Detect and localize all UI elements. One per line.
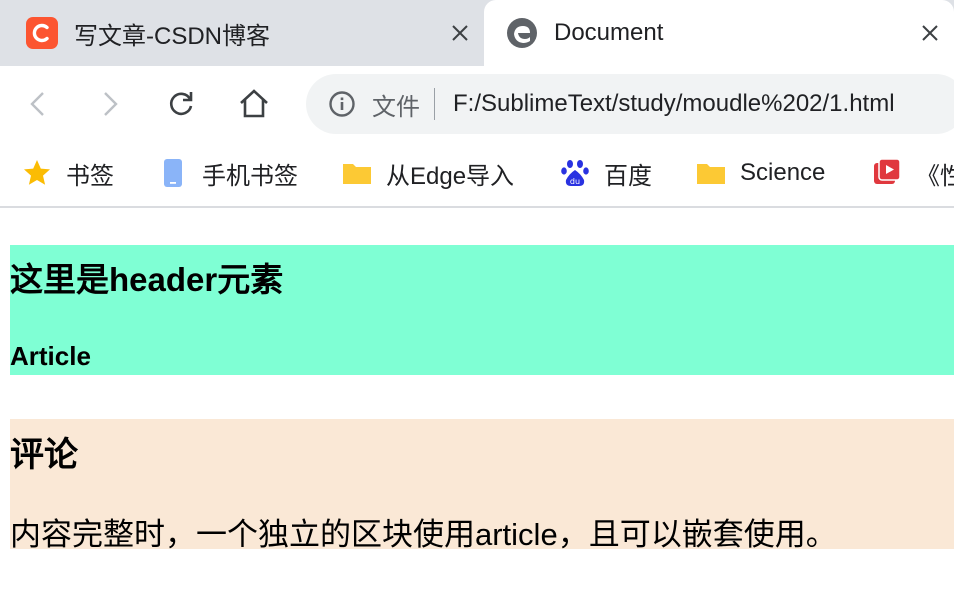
comment-title: 评论 <box>10 436 78 474</box>
tab-title: Document <box>554 19 664 46</box>
header-title: 这里是header元素 <box>10 261 284 298</box>
comment-section: 评论 内容完整时，一个独立的区块使用article，且可以嵌套使用。 <box>10 419 954 552</box>
svg-text:du: du <box>570 177 580 186</box>
url-text[interactable]: F:/SublimeText/study/moudle%202/1.html <box>453 90 895 118</box>
home-icon <box>240 89 268 118</box>
bookmark-label: 百度 <box>604 162 652 190</box>
address-bar[interactable]: 文件 F:/SublimeText/study/moudle%202/1.htm… <box>306 74 954 134</box>
bookmark-item[interactable]: 从Edge导入 <box>342 156 514 190</box>
back-arrow-icon <box>30 92 44 116</box>
header-section: 这里是header元素 Article <box>10 245 954 375</box>
bookmark-item[interactable]: du 百度 <box>560 156 652 190</box>
back-button[interactable] <box>18 84 58 124</box>
video-icon <box>872 158 902 188</box>
bookmark-label: 《性 <box>916 162 954 190</box>
star-icon <box>22 158 52 188</box>
reload-icon <box>170 92 193 116</box>
bookmark-label: 手机书签 <box>202 162 298 190</box>
tab-strip: 写文章-CSDN博客 Document <box>0 0 954 66</box>
bookmark-item[interactable]: Science <box>696 156 825 190</box>
csdn-logo-icon <box>26 17 58 49</box>
divider <box>434 88 435 120</box>
mobile-icon <box>158 158 188 188</box>
toolbar: 文件 F:/SublimeText/study/moudle%202/1.htm… <box>0 66 954 142</box>
folder-icon <box>696 158 726 188</box>
edge-icon <box>507 18 537 48</box>
bookmark-label: Science <box>740 159 826 186</box>
comment-text: 内容完整时，一个独立的区块使用article，且可以嵌套使用。 <box>10 517 837 552</box>
home-button[interactable] <box>234 84 274 124</box>
close-tab-button[interactable] <box>446 19 474 47</box>
close-tab-button[interactable] <box>916 19 944 47</box>
tab-csdn[interactable]: 写文章-CSDN博客 <box>0 0 484 66</box>
close-icon <box>452 25 468 41</box>
forward-button[interactable] <box>90 84 130 124</box>
article-heading: Article <box>10 341 91 371</box>
tab-title: 写文章-CSDN博客 <box>74 22 270 50</box>
bookmark-item[interactable]: 《性 <box>872 156 954 190</box>
bookmark-item[interactable]: 书签 <box>22 156 114 190</box>
page-content: 这里是header元素 Article 评论 内容完整时，一个独立的区块使用ar… <box>0 208 954 611</box>
baidu-paw-icon: du <box>560 158 590 188</box>
security-label: 文件 <box>372 93 420 121</box>
tab-document[interactable]: Document <box>484 0 954 66</box>
bookmark-label: 从Edge导入 <box>386 162 515 190</box>
forward-arrow-icon <box>104 92 118 116</box>
bookmark-item[interactable]: 手机书签 <box>158 156 298 190</box>
reload-button[interactable] <box>161 84 201 124</box>
bookmark-label: 书签 <box>66 162 114 190</box>
info-icon <box>329 91 355 117</box>
close-icon <box>922 25 938 41</box>
bookmarks-bar: 书签 手机书签 从Edge导入 du 百度 Science 《 <box>0 142 954 208</box>
site-info-button[interactable] <box>328 90 356 118</box>
folder-icon <box>342 158 372 188</box>
